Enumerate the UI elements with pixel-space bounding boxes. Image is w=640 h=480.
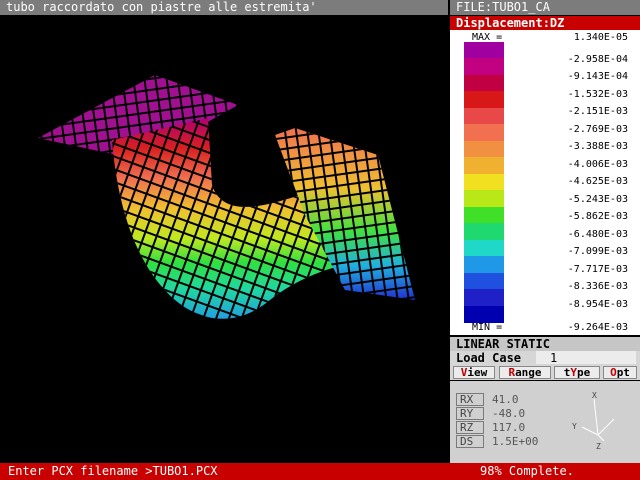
menu-options-label: pt	[616, 366, 630, 379]
legend-swatch	[464, 42, 504, 59]
menu-view[interactable]: View	[453, 366, 495, 379]
legend-value: -2.151E-03	[567, 106, 628, 117]
legend-swatch	[464, 206, 504, 224]
rz-label: RZ	[456, 421, 484, 434]
legend-swatch	[464, 239, 504, 257]
rotation-panel: RX 41.0 RY -48.0 RZ 117.0 DS 1.5E+00 X Y…	[450, 381, 640, 463]
legend-max-value: 1.340E-05	[573, 32, 628, 43]
menu-view-label: iew	[467, 366, 488, 379]
legend-swatch	[464, 173, 504, 191]
legend-swatch	[464, 190, 504, 208]
status-bar: Enter PCX filename >TUBO1.PCX 98% Comple…	[0, 463, 640, 480]
window-title: tubo raccordato con piastre alle estremi…	[0, 0, 448, 15]
menu-bar: View Range tYpe Opt	[450, 365, 640, 380]
legend-swatch	[464, 91, 504, 109]
legend-swatch	[464, 256, 504, 274]
menu-options[interactable]: Opt	[603, 366, 637, 379]
axis-z-label: Z	[596, 442, 601, 451]
legend-value: -2.769E-03	[567, 123, 628, 135]
load-case-label: Load Case	[456, 351, 522, 365]
legend-value: -8.954E-03	[567, 298, 628, 310]
legend-swatch	[464, 74, 504, 92]
legend-swatch	[464, 58, 504, 76]
legend-value: -1.532E-03	[567, 88, 628, 100]
ry-label: RY	[456, 407, 484, 420]
legend-swatch	[464, 124, 504, 142]
progress-text: 98% Complete.	[480, 464, 574, 478]
ds-value[interactable]: 1.5E+00	[492, 435, 538, 448]
ds-label: DS	[456, 435, 484, 448]
ry-value[interactable]: -48.0	[492, 407, 525, 420]
menu-type-label: pe	[577, 366, 591, 379]
rz-value[interactable]: 117.0	[492, 421, 525, 434]
command-prompt[interactable]: Enter PCX filename >TUBO1.PCX	[8, 463, 218, 480]
legend-value: -4.006E-03	[567, 158, 628, 170]
legend-value: -2.958E-04	[567, 53, 628, 65]
legend-swatch	[464, 107, 504, 125]
legend-value: -5.862E-03	[567, 211, 628, 222]
legend-swatch	[464, 305, 504, 323]
rx-label: RX	[456, 393, 484, 406]
legend-min-label: MIN =	[472, 322, 503, 333]
legend-value: -3.388E-03	[567, 141, 628, 152]
legend-value: -8.336E-03	[567, 281, 628, 292]
menu-type[interactable]: tYpe	[554, 366, 600, 379]
legend-value: -7.099E-03	[567, 246, 628, 257]
legend-value: -6.480E-03	[567, 228, 628, 240]
rx-value[interactable]: 41.0	[492, 393, 519, 406]
legend-value: -4.625E-03	[567, 176, 628, 187]
menu-type-hotkey: Y	[570, 366, 577, 379]
legend-swatch	[464, 272, 504, 290]
legend-swatch	[464, 140, 504, 158]
menu-range-label: ange	[515, 366, 542, 379]
load-case-value[interactable]: 1	[536, 351, 636, 365]
result-type-label: Displacement:DZ	[450, 16, 640, 30]
legend-swatch	[464, 223, 504, 241]
legend-value: -9.143E-04	[567, 71, 628, 82]
axis-x-label: X	[592, 391, 597, 400]
menu-range[interactable]: Range	[499, 366, 551, 379]
legend-value: -7.717E-03	[567, 263, 628, 275]
legend-value: -5.243E-03	[567, 193, 628, 205]
legend-swatch	[464, 289, 504, 307]
file-name: FILE:TUBO1_CA	[450, 0, 640, 15]
legend-min-value: -9.264E-03	[567, 322, 628, 333]
axis-triad-icon: X Y Z	[572, 391, 615, 451]
color-scale	[464, 42, 504, 323]
legend-panel: MAX = 1.340E-05 -2.958E-04 -9.143E-04 -1.5…	[450, 30, 640, 335]
axis-y-label: Y	[572, 422, 577, 431]
model-viewport[interactable]	[0, 16, 448, 462]
load-case-row: Load Case 1	[450, 351, 640, 365]
analysis-type: LINEAR STATIC	[450, 337, 640, 351]
legend-swatch	[464, 157, 504, 175]
menu-options-hotkey: O	[610, 366, 617, 379]
